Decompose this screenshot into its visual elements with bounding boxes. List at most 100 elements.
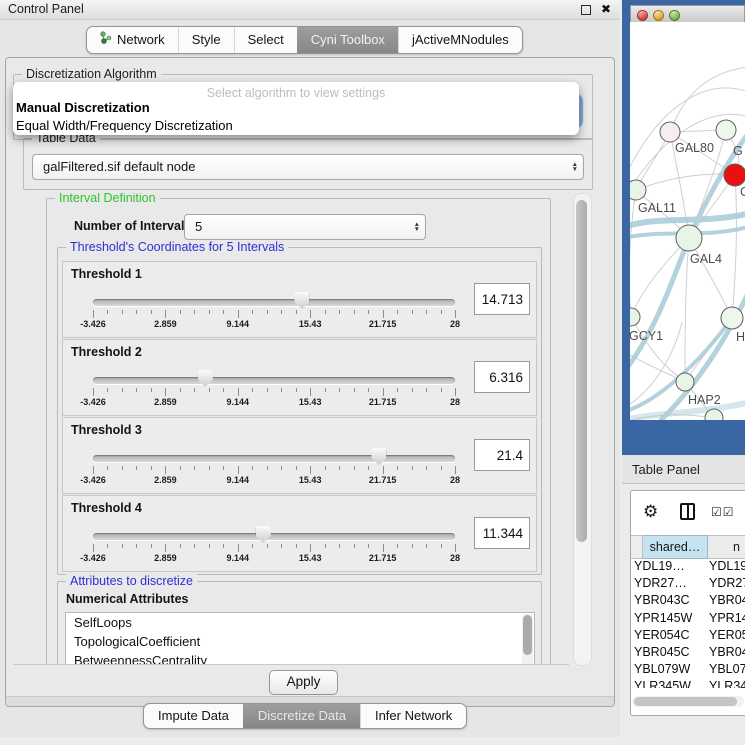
cell-name[interactable]: YBL079W [708,662,745,679]
table-row[interactable]: YDL19…YDL19… [631,559,745,576]
slider-track[interactable] [93,533,455,540]
attributes-list-scrollbar[interactable] [522,614,533,665]
slider-thumb[interactable] [256,526,271,543]
slider-thumb[interactable] [198,370,213,387]
cell-name[interactable]: YBR043C [708,593,745,610]
tab-label: jActiveMNodules [412,27,509,53]
tab-select[interactable]: Select [234,27,297,53]
cell-shared-name[interactable]: YDR27… [631,576,708,593]
attribute-list-item[interactable]: BetweennessCentrality [66,651,534,665]
network-node-hap2[interactable] [676,373,694,391]
tab-discretize-data[interactable]: Discretize Data [243,704,360,728]
network-node-g[interactable] [716,120,736,140]
network-node-gal11[interactable] [630,180,646,200]
cell-shared-name[interactable]: YBL079W [631,662,708,679]
tab-cyni-toolbox[interactable]: Cyni Toolbox [297,27,398,53]
tab-jactivemnodules[interactable]: jActiveMNodules [398,27,522,53]
column-header-shared-name[interactable]: shared… [643,535,708,559]
tab-impute-data[interactable]: Impute Data [144,704,243,728]
cell-shared-name[interactable]: YDL19… [631,559,708,576]
slider-track[interactable] [93,299,455,306]
cell-name[interactable]: YLR345W [708,679,745,688]
cell-name[interactable]: YER054C [708,628,745,645]
network-node-gal80[interactable] [660,122,680,142]
table-row[interactable]: YDR27…YDR27… [631,576,745,593]
table-row[interactable]: YER054CYER054C [631,628,745,645]
slider-thumb[interactable] [371,448,386,465]
thresholds-group-title: Threshold's Coordinates for 5 Intervals [66,240,288,254]
slider-tick-label: 15.43 [299,397,322,407]
top-tab-bar: NetworkStyleSelect Cyni Toolbox jActiveMNo… [86,26,523,54]
apply-button[interactable]: Apply [269,670,338,695]
network-node-gcy1[interactable] [630,308,640,326]
split-columns-icon[interactable] [680,503,695,520]
node-table: ⚙ ☑☑ shared… n YDL19…YDL19…YDR27…YDR27…Y… [630,490,745,716]
cell-name[interactable]: YDL19… [708,559,745,576]
slider-tick-label: 15.43 [299,319,322,329]
tab-infer-network[interactable]: Infer Network [360,704,466,728]
number-of-intervals-combobox[interactable]: 5 ▲▼ [184,214,426,240]
threshold-value-field[interactable]: 21.4 [474,439,530,471]
panel-title: Control Panel [8,2,84,16]
attributes-group-title: Attributes to discretize [66,574,197,588]
vertical-scrollbar-thumb[interactable] [576,200,587,542]
threshold-row-1: Threshold 1-3.4262.8599.14415.4321.71528… [62,261,537,338]
network-canvas[interactable]: GAL80GCGAL11GAL4GCY1HHAP2 [630,22,745,420]
network-node-label: HAP2 [688,393,721,407]
interval-definition-group: Interval Definition Number of Intervals … [46,198,551,665]
vertical-scrollbar[interactable] [573,193,592,666]
tab-network[interactable]: Network [87,27,178,53]
close-traffic-light-icon[interactable] [637,10,648,21]
table-row[interactable]: YPR145WYPR145W [631,611,745,628]
threshold-value-field[interactable]: 14.713 [474,283,530,315]
slider-tick-label: 2.859 [154,397,177,407]
threshold-label: Threshold 2 [71,345,142,359]
cell-shared-name[interactable]: YPR145W [631,611,708,628]
cell-shared-name[interactable]: YBR043C [631,593,708,610]
close-icon[interactable]: ✖ [601,2,611,16]
network-node-h[interactable] [721,307,743,329]
slider-tick-label: -3.426 [80,475,106,485]
slider-track[interactable] [93,377,455,384]
cell-shared-name[interactable]: YLR345W [631,679,708,688]
cell-shared-name[interactable]: YER054C [631,628,708,645]
threshold-value-field[interactable]: 6.316 [474,361,530,393]
cell-name[interactable]: YBR045C [708,645,745,662]
slider-tick-label: -3.426 [80,397,106,407]
column-header-name[interactable]: n [708,535,745,559]
minimize-traffic-light-icon[interactable] [653,10,664,21]
zoom-traffic-light-icon[interactable] [669,10,680,21]
slider-track[interactable] [93,455,455,462]
attribute-list-item[interactable]: TopologicalCoefficient [66,632,534,651]
table-hscrollbar-thumb[interactable] [634,697,737,706]
table-row[interactable]: YLR345WYLR345W [631,679,745,688]
tab-label: Cyni Toolbox [311,27,385,53]
popup-item-manual-discretization[interactable]: Manual Discretization [16,100,150,115]
float-window-icon[interactable] [581,5,591,15]
tab-style[interactable]: Style [178,27,234,53]
slider-tick-label: 2.859 [154,553,177,563]
network-node-label: G [733,144,743,158]
cell-name[interactable]: YDR27… [708,576,745,593]
popup-item-equal-width-frequency[interactable]: Equal Width/Frequency Discretization [16,118,233,133]
table-data-combobox[interactable]: galFiltered.sif default node ▲▼ [32,154,584,180]
cell-shared-name[interactable]: YBR045C [631,645,708,662]
numerical-attributes-list[interactable]: SelfLoopsTopologicalCoefficientBetweenne… [65,612,535,665]
algorithm-dropdown-popup: Select algorithm to view settings Manual… [13,82,579,135]
table-horizontal-scrollbar[interactable] [632,696,744,707]
table-row[interactable]: YBR043CYBR043C [631,593,745,610]
table-row[interactable]: YBR045CYBR045C [631,645,745,662]
threshold-value-field[interactable]: 11.344 [474,517,530,549]
cell-name[interactable]: YPR145W [708,611,745,628]
slider-tick-label: 2.859 [154,319,177,329]
network-node-c[interactable] [724,164,745,186]
cyni-toolbox-panel: Discretization Algorithm ▲▼ Select algor… [5,57,615,707]
network-node-gal4[interactable] [676,225,702,251]
slider-thumb[interactable] [294,292,309,309]
table-rows: YDL19…YDL19…YDR27…YDR27…YBR043CYBR043CYP… [631,559,745,688]
gear-icon[interactable]: ⚙ [643,502,658,522]
attribute-list-item[interactable]: SelfLoops [66,613,534,632]
table-row[interactable]: YBL079WYBL079W [631,662,745,679]
table-data-group: Table Data galFiltered.sif default node … [23,138,593,190]
column-checkboxes-icon[interactable]: ☑☑ [711,505,735,519]
